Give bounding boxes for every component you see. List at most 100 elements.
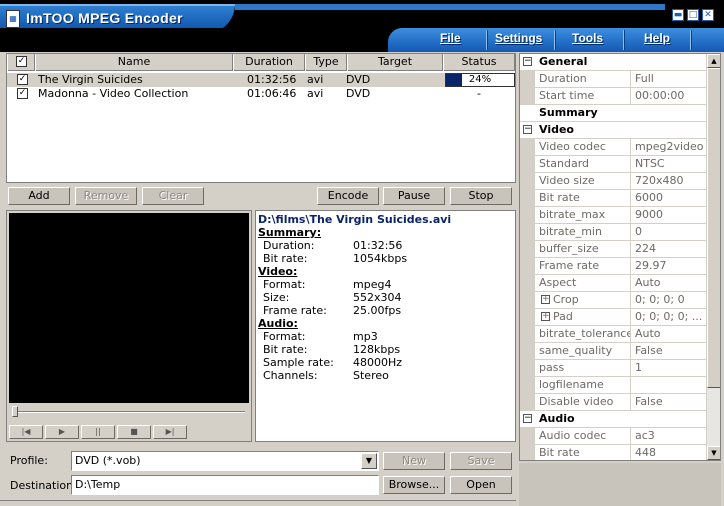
property-value[interactable]: 720x480 xyxy=(635,173,705,190)
collapse-icon[interactable]: − xyxy=(523,125,532,134)
property-row[interactable]: Frame rate 29.97 xyxy=(520,258,706,275)
next-icon[interactable]: ▶| xyxy=(153,425,187,439)
property-key: Frame rate xyxy=(539,258,631,275)
pause-button[interactable]: Pause xyxy=(383,187,445,205)
chevron-down-icon[interactable]: ▼ xyxy=(361,453,377,469)
property-value[interactable]: 0; 0; 0; 0 xyxy=(635,292,705,309)
property-value[interactable]: Full xyxy=(635,71,705,88)
property-row[interactable]: bitrate_min 0 xyxy=(520,224,706,241)
property-row[interactable]: Audio codec ac3 xyxy=(520,428,706,445)
maximize-button[interactable]: □ xyxy=(687,9,699,21)
scroll-thumb[interactable] xyxy=(707,68,720,388)
column-name[interactable]: Name xyxy=(35,54,233,71)
pause-icon[interactable]: || xyxy=(81,425,115,439)
header-select-cell[interactable]: ✓ xyxy=(7,54,35,71)
clear-button[interactable]: Clear xyxy=(142,187,204,205)
property-value[interactable]: 0 xyxy=(635,224,705,241)
property-value[interactable]: 224 xyxy=(635,241,705,258)
property-group[interactable]: − Video xyxy=(520,122,706,139)
property-row[interactable]: Bit rate 6000 xyxy=(520,190,706,207)
row-checkbox[interactable]: ✓ xyxy=(17,88,28,99)
property-value[interactable]: 9000 xyxy=(635,207,705,224)
property-row[interactable]: Video codec mpeg2video xyxy=(520,139,706,156)
menu-file[interactable]: File xyxy=(440,31,461,45)
property-value[interactable] xyxy=(635,377,705,394)
column-status[interactable]: Status xyxy=(443,54,515,71)
profile-label: Profile: xyxy=(10,454,48,467)
property-row[interactable]: + Pad 0; 0; 0; 0; ... xyxy=(520,309,706,326)
new-profile-button[interactable]: New xyxy=(383,452,445,470)
column-duration[interactable]: Duration xyxy=(233,54,305,71)
encode-button[interactable]: Encode xyxy=(317,187,379,205)
menu-settings[interactable]: Settings xyxy=(495,31,542,45)
select-all-checkbox[interactable]: ✓ xyxy=(16,56,27,67)
property-row[interactable]: logfilename xyxy=(520,377,706,394)
remove-button[interactable]: Remove xyxy=(75,187,137,205)
row-checkbox[interactable]: ✓ xyxy=(17,74,28,85)
property-value[interactable]: 448 xyxy=(635,445,705,460)
property-key: logfilename xyxy=(539,377,631,394)
property-row[interactable]: bitrate_max 9000 xyxy=(520,207,706,224)
property-row[interactable]: bitrate_tolerance Auto xyxy=(520,326,706,343)
destination-input[interactable]: D:\Temp xyxy=(71,475,379,495)
property-key-text: Pad xyxy=(553,310,573,323)
property-value[interactable]: ac3 xyxy=(635,428,705,445)
file-list[interactable]: ✓ Name Duration Type Target Status ✓ The… xyxy=(6,53,516,183)
add-button[interactable]: Add xyxy=(8,187,70,205)
menu-help[interactable]: Help xyxy=(644,31,670,45)
column-type[interactable]: Type xyxy=(305,54,347,71)
property-value[interactable]: 29.97 xyxy=(635,258,705,275)
previous-icon[interactable]: |◀ xyxy=(9,425,43,439)
property-value[interactable]: 00:00:00 xyxy=(635,88,705,105)
property-value[interactable]: 6000 xyxy=(635,190,705,207)
property-row[interactable]: Duration Full xyxy=(520,71,706,88)
collapse-icon[interactable]: − xyxy=(523,414,532,423)
table-row[interactable]: ✓ The Virgin Suicides 01:32:56 avi DVD 2… xyxy=(7,73,515,87)
property-value[interactable]: Auto xyxy=(635,326,705,343)
close-button[interactable]: ✕ xyxy=(702,9,714,21)
save-profile-button[interactable]: Save xyxy=(450,452,512,470)
property-value[interactable]: mpeg2video xyxy=(635,139,705,156)
property-row[interactable]: buffer_size 224 xyxy=(520,241,706,258)
property-value[interactable]: False xyxy=(635,394,705,411)
table-row[interactable]: ✓ Madonna - Video Collection 01:06:46 av… xyxy=(7,87,515,101)
property-row[interactable]: Start time 00:00:00 xyxy=(520,88,706,105)
expand-icon[interactable]: + xyxy=(541,295,550,304)
property-row[interactable]: same_quality False xyxy=(520,343,706,360)
browse-button[interactable]: Browse... xyxy=(383,476,445,494)
property-value[interactable]: 0; 0; 0; 0; ... xyxy=(635,309,705,326)
open-folder-button[interactable]: Open xyxy=(450,476,512,494)
property-row[interactable]: pass 1 xyxy=(520,360,706,377)
collapse-icon[interactable]: − xyxy=(523,57,532,66)
properties-panel[interactable]: − General Duration Full Start time 00:00:00 Su… xyxy=(519,53,721,461)
scroll-down-icon[interactable]: ▼ xyxy=(707,446,720,460)
stop-icon[interactable]: ■ xyxy=(117,425,151,439)
property-row[interactable]: Disable video False xyxy=(520,394,706,411)
seek-track[interactable] xyxy=(13,411,245,413)
property-row[interactable]: + Crop 0; 0; 0; 0 xyxy=(520,292,706,309)
profile-select[interactable]: DVD (*.vob) ▼ xyxy=(71,451,379,471)
property-row[interactable]: Bit rate 448 xyxy=(520,445,706,460)
menu-divider xyxy=(623,30,625,50)
menu-divider xyxy=(486,30,488,50)
seek-slider-thumb[interactable] xyxy=(12,406,18,417)
property-row[interactable]: Video size 720x480 xyxy=(520,173,706,190)
property-group[interactable]: − General xyxy=(520,54,706,71)
property-row[interactable]: Standard NTSC xyxy=(520,156,706,173)
property-value[interactable]: 1 xyxy=(635,360,705,377)
property-row[interactable]: Aspect Auto xyxy=(520,275,706,292)
play-icon[interactable]: ▶ xyxy=(45,425,79,439)
property-group[interactable]: − Audio xyxy=(520,411,706,428)
property-value[interactable]: NTSC xyxy=(635,156,705,173)
properties-scrollbar[interactable]: ▲ ▼ xyxy=(706,54,720,460)
property-group[interactable]: Summary xyxy=(520,105,706,122)
scroll-up-icon[interactable]: ▲ xyxy=(707,54,720,68)
property-value[interactable]: False xyxy=(635,343,705,360)
property-value[interactable]: Auto xyxy=(635,275,705,292)
property-key: bitrate_tolerance xyxy=(539,326,631,343)
expand-icon[interactable]: + xyxy=(541,312,550,321)
minimize-button[interactable]: ▬ xyxy=(672,9,684,21)
menu-tools[interactable]: Tools xyxy=(572,31,603,45)
column-target[interactable]: Target xyxy=(347,54,443,71)
stop-button[interactable]: Stop xyxy=(450,187,512,205)
